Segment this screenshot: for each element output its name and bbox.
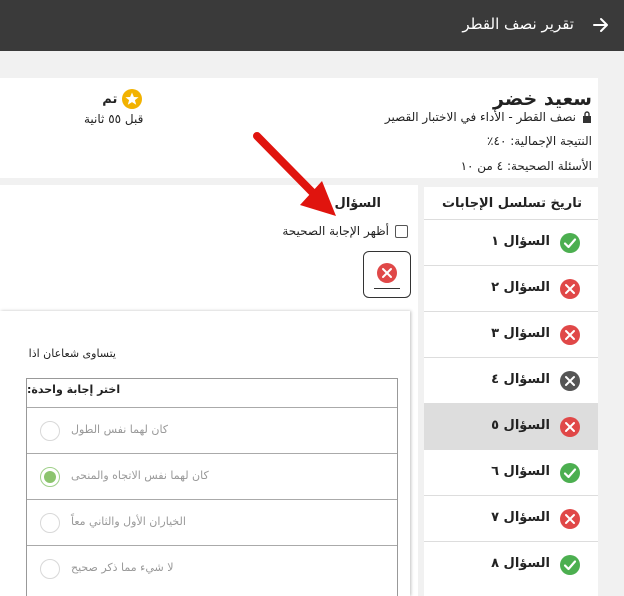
sequence-item-7[interactable]: السؤال ٧ <box>424 495 598 541</box>
sequence-item-label: السؤال ٥ <box>491 418 550 433</box>
student-summary-card: سعيد خضر نصف القطر - الأداء في الاختبار … <box>0 78 598 178</box>
status-underline <box>374 288 400 289</box>
show-answer-toggle[interactable]: أظهر الإجابة الصحيحة <box>282 224 408 238</box>
lock-icon <box>583 111 591 123</box>
incorrect-icon <box>560 417 580 437</box>
question-title: السؤال ٥ <box>322 196 381 211</box>
choice-1[interactable]: كان لهما نفس الطول <box>27 407 397 453</box>
sequence-item-label: السؤال ٧ <box>491 510 550 525</box>
question-panel: السؤال ٥ أظهر الإجابة الصحيحة يتساوى شعا… <box>0 185 418 596</box>
sequence-item-label: السؤال ٨ <box>491 556 550 571</box>
correct-icon <box>560 555 580 575</box>
choice-2[interactable]: كان لهما نفس الاتجاه والمنحى <box>27 453 397 499</box>
choice-label: لا شيء مما ذكر صحيح <box>71 561 174 574</box>
quiz-name: نصف القطر - الأداء في الاختبار القصير <box>384 110 576 124</box>
incorrect-icon <box>560 279 580 299</box>
sequence-item-label: السؤال ٦ <box>491 464 550 479</box>
sequence-item-label: السؤال ٣ <box>491 326 550 341</box>
page-title: تقرير نصف القطر <box>462 15 574 33</box>
sequence-item-1[interactable]: السؤال ١ <box>424 219 598 265</box>
correct-icon <box>560 233 580 253</box>
choice-4[interactable]: لا شيء مما ذكر صحيح <box>27 545 397 591</box>
top-bar: تقرير نصف القطر <box>0 0 624 51</box>
total-score: النتيجة الإجمالية: ٤٠٪ <box>487 134 592 148</box>
sequence-title: تاريخ تسلسل الإجابات <box>441 196 582 211</box>
show-answer-label: أظهر الإجابة الصحيحة <box>282 224 389 238</box>
sequence-item-4[interactable]: السؤال ٤ <box>424 357 598 403</box>
answer-status-box <box>363 251 411 298</box>
answer-sequence-panel: تاريخ تسلسل الإجابات السؤال ١ السؤال ٢ ا… <box>424 187 598 596</box>
sequence-item-8[interactable]: السؤال ٨ <box>424 541 598 587</box>
choice-label: كان لهما نفس الطول <box>71 423 169 436</box>
sequence-item-6[interactable]: السؤال ٦ <box>424 449 598 495</box>
sequence-item-label: السؤال ١ <box>491 234 550 249</box>
incorrect-icon <box>560 325 580 345</box>
choices-box: اختر إجابة واحدة: كان لهما نفس الطول كان… <box>26 378 398 596</box>
sequence-item-label: السؤال ٢ <box>491 280 550 295</box>
show-answer-checkbox[interactable] <box>395 224 408 238</box>
question-body: يتساوى شعاعان اذا اختر إجابة واحدة: كان … <box>0 311 410 596</box>
correct-count: الأسئلة الصحيحة: ٤ من ١٠ <box>460 159 592 173</box>
choices-header: اختر إجابة واحدة: <box>27 383 121 396</box>
sequence-item-2[interactable]: السؤال ٢ <box>424 265 598 311</box>
choice-3[interactable]: الخياران الأول والثاني معاً <box>27 499 397 545</box>
choice-label: الخياران الأول والثاني معاً <box>71 515 186 528</box>
correct-icon <box>560 463 580 483</box>
quiz-row: نصف القطر - الأداء في الاختبار القصير <box>385 110 592 124</box>
choice-label: كان لهما نفس الاتجاه والمنحى <box>71 469 209 482</box>
status-label: تم <box>102 91 118 107</box>
sequence-item-label: السؤال ٤ <box>491 372 550 387</box>
student-name: سعيد خضر <box>493 88 592 110</box>
star-icon <box>122 89 143 109</box>
unanswered-icon <box>560 371 580 391</box>
sequence-item-5[interactable]: السؤال ٥ <box>424 403 598 449</box>
radio-button[interactable] <box>40 513 60 533</box>
question-stem: يتساوى شعاعان اذا <box>28 347 116 360</box>
incorrect-icon <box>377 263 397 283</box>
completion-status: تم قبل ٥٥ ثانية <box>84 88 143 126</box>
sequence-item-3[interactable]: السؤال ٣ <box>424 311 598 357</box>
incorrect-icon <box>560 509 580 529</box>
arrow-right-icon[interactable] <box>592 16 610 34</box>
radio-button[interactable] <box>40 559 60 579</box>
status-time: قبل ٥٥ ثانية <box>84 112 144 126</box>
radio-button-selected[interactable] <box>40 467 60 487</box>
radio-button[interactable] <box>40 421 60 441</box>
